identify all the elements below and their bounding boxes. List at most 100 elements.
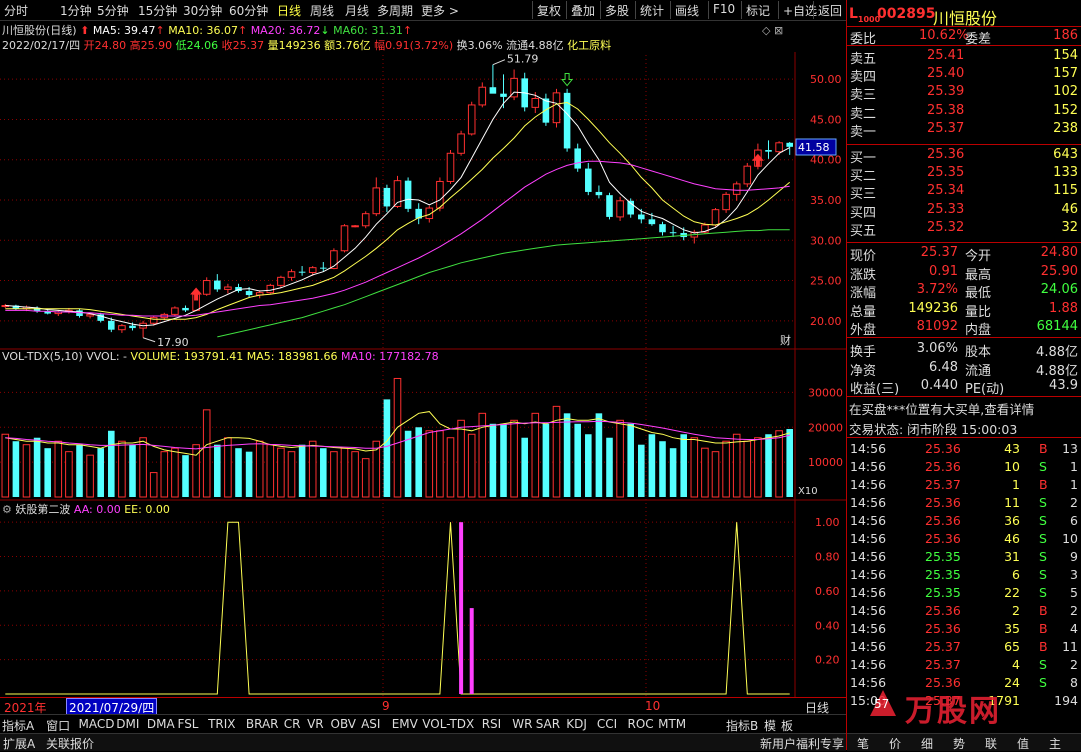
volume-bar [214, 444, 221, 497]
indicator-tab-3[interactable]: DMI [116, 717, 139, 731]
period-0[interactable]: 分时 [4, 2, 28, 19]
indicator-tab-17[interactable]: KDJ [566, 717, 587, 731]
new-user-promo[interactable]: 新用户福利专享 [760, 735, 844, 752]
toolbar-button-2[interactable]: 多股 [600, 1, 633, 19]
indicator-tab-12[interactable]: EMV [392, 717, 418, 731]
quote-panel: L1000 002895 川恒股份 委比 10.62% 委差 186 卖五 25.… [846, 0, 1081, 752]
indicator-tab-13[interactable]: VOL-TDX [422, 717, 474, 731]
ind-tick-label: 0.40 [815, 619, 840, 632]
tick-volume: 6 [1012, 567, 1020, 582]
indicator-tab-6[interactable]: TRIX [208, 717, 235, 731]
chart-area[interactable]: 51.79 17.90 50.00 45.00 40.00 35.00 30.00 25.0… [0, 52, 846, 714]
indicator-title[interactable]: 妖股第二波 [15, 503, 70, 516]
volume-bar [680, 434, 687, 497]
gear-icon[interactable]: ⚙ [2, 503, 12, 516]
period-6[interactable]: 日线 [277, 2, 301, 19]
tick-row: 14:56 25.36 46 S 10 [847, 530, 1081, 548]
watermark-mark-icon: 57 [866, 686, 900, 720]
toolbar-button-1[interactable]: 叠加 [566, 1, 599, 19]
candle-body [214, 280, 221, 290]
right-tab-0[interactable]: 笔 [857, 735, 869, 752]
indicator-tab-11[interactable]: ASI [361, 717, 380, 731]
right-tab-5[interactable]: 值 [1017, 735, 1029, 752]
bid-row: 买四 25.33 46 [847, 201, 1081, 221]
current-price-label: 41.58 [798, 141, 830, 154]
stat-row: 总量 149236 量比 1.88 [847, 300, 1081, 320]
kline-chart-svg[interactable]: 51.79 17.90 50.00 45.00 40.00 35.00 30.00 25.0… [0, 52, 846, 714]
tick-volume: 24 [1004, 675, 1020, 690]
window-control-icons[interactable]: ◇ ⊠ [762, 24, 783, 37]
candle-body [542, 98, 550, 123]
indicator-tab-15[interactable]: WR [512, 717, 532, 731]
right-tab-6[interactable]: 主 [1049, 735, 1061, 752]
indicator-tab-8[interactable]: CR [284, 717, 301, 731]
period-2[interactable]: 5分钟 [97, 2, 129, 19]
low-marker [142, 337, 156, 343]
indicator-tab-7[interactable]: BRAR [246, 717, 279, 731]
vol-indicator-title[interactable]: VOL-TDX(5,10) [2, 350, 83, 363]
notice-row[interactable]: 在买盘***位置有大买单,查看详情 [847, 398, 1081, 418]
volume-bar [574, 423, 581, 497]
up-arrow-icon: ⬆ [80, 24, 90, 37]
indicator-tab-10[interactable]: OBV [331, 717, 357, 731]
tick-price: 25.36 [925, 441, 961, 456]
indicator-tab-5[interactable]: FSL [178, 717, 199, 731]
indicator-tab-20[interactable]: MTM [658, 717, 686, 731]
tick-time: 14:56 [850, 477, 887, 492]
toolbar-button-6[interactable]: 标记 [741, 1, 774, 19]
period-3[interactable]: 15分钟 [138, 2, 177, 19]
chart-info-line-2: 2022/02/17/四 开24.80 高25.90 低24.06 收25.37… [2, 37, 611, 53]
tick-time: 14:56 [850, 531, 887, 546]
volume-bar [86, 454, 94, 498]
indicator-tab-14[interactable]: RSI [482, 717, 502, 731]
toolbar-button-5[interactable]: F10 [708, 1, 739, 19]
candle-body [606, 195, 613, 217]
tick-count: 9 [1070, 549, 1078, 564]
period-10[interactable]: 更多 > [421, 2, 459, 19]
toolbar-button-3[interactable]: 统计 [635, 1, 668, 19]
right-tab-3[interactable]: 势 [953, 735, 965, 752]
indicator-right-button-2[interactable]: 板 [781, 717, 793, 734]
expand-a[interactable]: 扩展A [3, 735, 35, 752]
period-9[interactable]: 多周期 [377, 2, 413, 19]
finance-tag: 财 [780, 333, 791, 347]
period-5[interactable]: 60分钟 [229, 2, 268, 19]
candle-body [340, 225, 349, 252]
toolbar-button-8[interactable]: 返回 [813, 1, 846, 19]
indicator-tab-16[interactable]: SAR [536, 717, 560, 731]
info-amount: 额3.76亿 [324, 39, 371, 52]
ask-label: 卖一 [850, 124, 877, 140]
ma60-label: MA60: 31.31 [333, 24, 403, 37]
stat-label: 现价 [850, 249, 877, 264]
volume-bar [129, 444, 136, 497]
indicator-tab-19[interactable]: ROC [628, 717, 654, 731]
right-tab-1[interactable]: 价 [889, 735, 901, 752]
right-tab-2[interactable]: 细 [921, 735, 933, 752]
indicator-right-button-1[interactable]: 模 [764, 717, 776, 734]
indicator-tab-4[interactable]: DMA [147, 717, 175, 731]
candle-body [245, 291, 253, 296]
toolbar-button-4[interactable]: 画线 [670, 1, 703, 19]
period-8[interactable]: 月线 [345, 2, 369, 19]
volume-bar [340, 447, 349, 498]
candle-body [308, 267, 317, 273]
indicator-tab-18[interactable]: CCI [597, 717, 617, 731]
tick-volume: 4 [1012, 657, 1020, 672]
period-1[interactable]: 1分钟 [60, 2, 92, 19]
indicator-tab-9[interactable]: VR [307, 717, 324, 731]
indicator-tab-1[interactable]: 窗口 [46, 717, 70, 734]
vol-tick-label: 30000 [808, 386, 843, 399]
indicator-tab-0[interactable]: 指标A [2, 717, 34, 734]
trade-status: 交易状态: 闭市阶段 15:00:03 [849, 422, 1018, 437]
volume-bar [118, 440, 126, 498]
period-7[interactable]: 周线 [310, 2, 334, 19]
big-order-notice[interactable]: 在买盘***位置有大买单,查看详情 [849, 399, 1034, 418]
stat-row: 涨跌 0.91 最高 25.90 [847, 263, 1081, 283]
right-tab-4[interactable]: 联 [985, 735, 997, 752]
indicator-tab-2[interactable]: MACD [79, 717, 115, 731]
toolbar-button-0[interactable]: 复权 [532, 1, 565, 19]
indicator-right-button-0[interactable]: 指标B [726, 717, 758, 734]
period-4[interactable]: 30分钟 [183, 2, 222, 19]
stat-value: 3.72% [916, 282, 958, 298]
related-quote[interactable]: 关联报价 [46, 735, 94, 752]
